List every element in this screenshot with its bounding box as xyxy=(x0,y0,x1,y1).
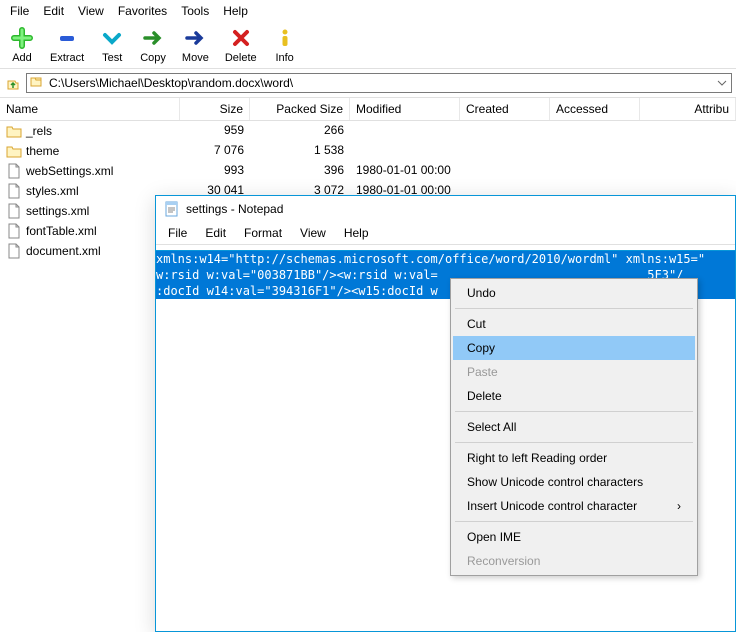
file-row[interactable]: webSettings.xml 9933961980-01-01 00:00 xyxy=(0,161,736,181)
menu-separator xyxy=(455,521,693,522)
ctx-right-to-left-reading-order[interactable]: Right to left Reading order xyxy=(453,446,695,470)
np-menu-file[interactable]: File xyxy=(160,222,195,244)
col-accessed[interactable]: Accessed xyxy=(550,98,640,120)
col-name[interactable]: Name xyxy=(0,98,180,120)
menu-separator xyxy=(455,411,693,412)
np-menu-view[interactable]: View xyxy=(292,222,334,244)
move-button[interactable]: Move xyxy=(176,24,215,66)
col-psize[interactable]: Packed Size xyxy=(250,98,350,120)
info-button-label: Info xyxy=(275,52,293,64)
add-button[interactable]: Add xyxy=(4,24,40,66)
file-icon xyxy=(6,183,22,199)
np-menu-edit[interactable]: Edit xyxy=(197,222,234,244)
ctx-delete[interactable]: Delete xyxy=(453,384,695,408)
ctx-reconversion: Reconversion xyxy=(453,549,695,573)
ctx-copy[interactable]: Copy xyxy=(453,336,695,360)
file-modified xyxy=(350,142,460,160)
menu-favorites[interactable]: Favorites xyxy=(112,2,173,20)
file-size: 959 xyxy=(180,122,250,140)
up-icon[interactable] xyxy=(4,74,22,92)
file-icon xyxy=(6,203,22,219)
test-button[interactable]: Test xyxy=(94,24,130,66)
extract-button-label: Extract xyxy=(50,52,84,64)
notepad-title-text: settings - Notepad xyxy=(186,202,283,216)
selected-text-line: xmlns:w14="http://schemas.microsoft.com/… xyxy=(156,251,735,267)
col-created[interactable]: Created xyxy=(460,98,550,120)
delete-icon xyxy=(229,26,253,50)
move-icon xyxy=(183,26,207,50)
file-name: fontTable.xml xyxy=(26,224,97,238)
move-button-label: Move xyxy=(182,52,209,64)
file-name: theme xyxy=(26,144,59,158)
info-icon xyxy=(273,26,297,50)
np-menu-format[interactable]: Format xyxy=(236,222,290,244)
file-size: 993 xyxy=(180,162,250,180)
file-packed-size: 1 538 xyxy=(250,142,350,160)
file-icon xyxy=(6,243,22,259)
address-input[interactable] xyxy=(26,73,732,93)
file-row[interactable]: _rels 959266 xyxy=(0,121,736,141)
file-row[interactable]: theme 7 0761 538 xyxy=(0,141,736,161)
file-name: webSettings.xml xyxy=(26,164,113,178)
file-modified xyxy=(350,122,460,140)
add-icon xyxy=(10,26,34,50)
file-modified: 1980-01-01 00:00 xyxy=(350,162,460,180)
main-menubar: FileEditViewFavoritesToolsHelp xyxy=(0,0,736,22)
delete-button[interactable]: Delete xyxy=(219,24,263,66)
menu-view[interactable]: View xyxy=(72,2,110,20)
ctx-paste: Paste xyxy=(453,360,695,384)
folder-icon xyxy=(6,123,22,139)
copy-icon xyxy=(141,26,165,50)
menu-separator xyxy=(455,442,693,443)
ctx-show-unicode-control-characters[interactable]: Show Unicode control characters xyxy=(453,470,695,494)
delete-button-label: Delete xyxy=(225,52,257,64)
copy-button[interactable]: Copy xyxy=(134,24,172,66)
col-attributes[interactable]: Attribu xyxy=(640,98,736,120)
menu-file[interactable]: File xyxy=(4,2,35,20)
context-menu: Undo CutCopyPasteDelete Select All Right to… xyxy=(450,278,698,576)
file-name: document.xml xyxy=(26,244,101,258)
file-icon xyxy=(6,163,22,179)
notepad-titlebar[interactable]: settings - Notepad xyxy=(156,196,735,222)
col-modified[interactable]: Modified xyxy=(350,98,460,120)
toolbar: Add Extract Test Copy Move Delete Info xyxy=(0,22,736,69)
notepad-icon xyxy=(164,201,180,217)
ctx-insert-unicode-control-character[interactable]: Insert Unicode control character› xyxy=(453,494,695,518)
info-button[interactable]: Info xyxy=(267,24,303,66)
menu-help[interactable]: Help xyxy=(217,2,254,20)
extract-icon xyxy=(55,26,79,50)
file-icon xyxy=(6,223,22,239)
menu-separator xyxy=(455,308,693,309)
list-header: Name Size Packed Size Modified Created A… xyxy=(0,98,736,121)
np-menu-help[interactable]: Help xyxy=(336,222,377,244)
add-button-label: Add xyxy=(12,52,32,64)
menu-edit[interactable]: Edit xyxy=(37,2,70,20)
menu-tools[interactable]: Tools xyxy=(175,2,215,20)
ctx-cut[interactable]: Cut xyxy=(453,312,695,336)
file-packed-size: 266 xyxy=(250,122,350,140)
copy-button-label: Copy xyxy=(140,52,166,64)
file-size: 7 076 xyxy=(180,142,250,160)
test-icon xyxy=(100,26,124,50)
extract-button[interactable]: Extract xyxy=(44,24,90,66)
ctx-select-all[interactable]: Select All xyxy=(453,415,695,439)
ctx-open-ime[interactable]: Open IME xyxy=(453,525,695,549)
folder-icon xyxy=(6,143,22,159)
col-size[interactable]: Size xyxy=(180,98,250,120)
ctx-undo[interactable]: Undo xyxy=(453,281,695,305)
file-name: styles.xml xyxy=(26,184,79,198)
chevron-right-icon: › xyxy=(677,499,681,513)
file-name: _rels xyxy=(26,124,52,138)
address-bar xyxy=(0,69,736,98)
file-name: settings.xml xyxy=(26,204,89,218)
notepad-menubar: FileEditFormatViewHelp xyxy=(156,222,735,245)
test-button-label: Test xyxy=(102,52,122,64)
file-packed-size: 396 xyxy=(250,162,350,180)
